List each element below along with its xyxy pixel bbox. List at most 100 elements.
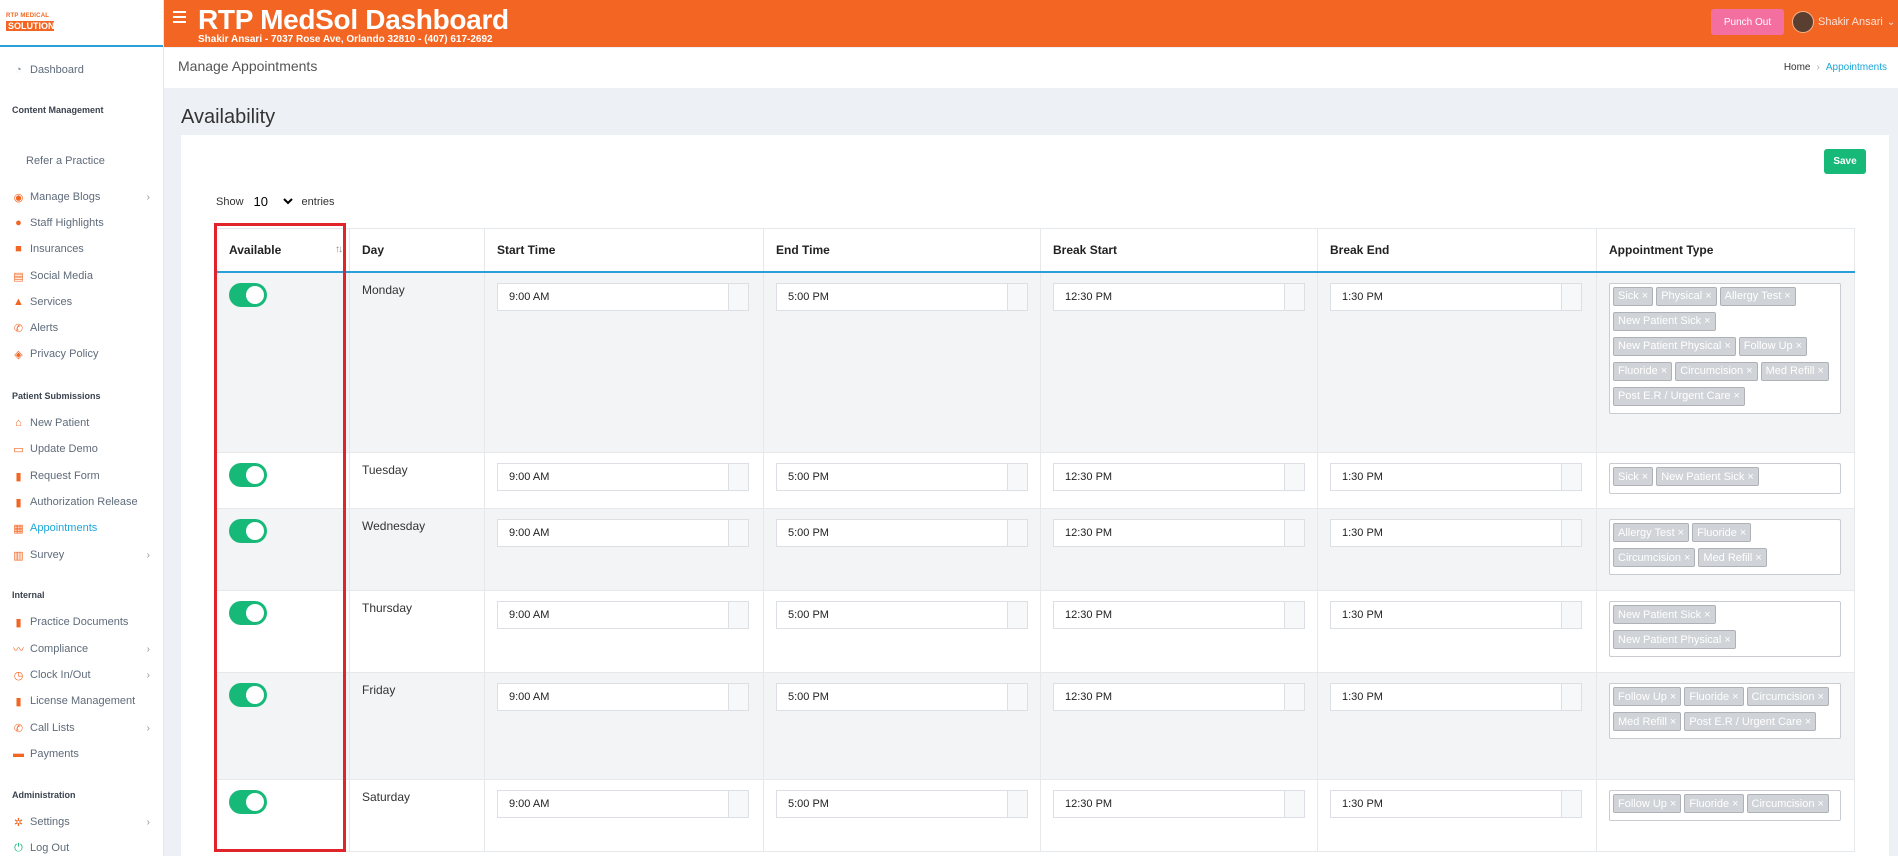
remove-tag-icon[interactable]: × bbox=[1670, 716, 1676, 728]
remove-tag-icon[interactable]: × bbox=[1740, 527, 1746, 539]
column-header-appointment-type[interactable]: Appointment Type bbox=[1596, 228, 1855, 273]
remove-tag-icon[interactable]: × bbox=[1704, 609, 1710, 621]
start-time-input[interactable] bbox=[498, 791, 728, 817]
remove-tag-icon[interactable]: × bbox=[1818, 798, 1824, 810]
end-time-input[interactable] bbox=[777, 684, 1007, 710]
sidebar-item-new-patient[interactable]: ⌂ New Patient bbox=[0, 413, 164, 433]
sidebar-item-dashboard[interactable]: ◔ Dashboard bbox=[0, 60, 164, 80]
sidebar-item-privacy-policy[interactable]: ◈ Privacy Policy bbox=[0, 344, 164, 364]
break-start-input[interactable] bbox=[1054, 602, 1284, 628]
column-header-break-end[interactable]: Break End bbox=[1317, 228, 1597, 273]
break-start-input[interactable] bbox=[1054, 791, 1284, 817]
time-picker-addon[interactable] bbox=[1284, 684, 1304, 710]
sidebar-item-staff-highlights[interactable]: ● Staff Highlights bbox=[0, 213, 164, 233]
break-end-input[interactable] bbox=[1331, 464, 1561, 490]
end-time-input[interactable] bbox=[777, 520, 1007, 546]
time-picker-addon[interactable] bbox=[1284, 520, 1304, 546]
time-picker-addon[interactable] bbox=[728, 602, 748, 628]
break-end-input[interactable] bbox=[1331, 602, 1561, 628]
remove-tag-icon[interactable]: × bbox=[1784, 290, 1790, 302]
column-header-available[interactable]: Available ↑↓ bbox=[216, 228, 350, 273]
end-time-input[interactable] bbox=[777, 602, 1007, 628]
column-header-day[interactable]: Day bbox=[349, 228, 485, 273]
remove-tag-icon[interactable]: × bbox=[1818, 691, 1824, 703]
sidebar-item-survey[interactable]: ▥ Survey › bbox=[0, 545, 164, 565]
sidebar-item-call-lists[interactable]: ✆ Call Lists › bbox=[0, 718, 164, 738]
time-picker-addon[interactable] bbox=[728, 520, 748, 546]
appointment-type-select[interactable]: Allergy Test × Fluoride × Circumcision × Me… bbox=[1609, 519, 1841, 575]
time-picker-addon[interactable] bbox=[1561, 602, 1581, 628]
remove-tag-icon[interactable]: × bbox=[1678, 527, 1684, 539]
sidebar-item-refer[interactable]: Refer a Practice bbox=[0, 151, 164, 171]
logo[interactable]: RTP MEDICAL SOLUTION bbox=[6, 13, 56, 33]
remove-tag-icon[interactable]: × bbox=[1670, 691, 1676, 703]
time-picker-addon[interactable] bbox=[1561, 684, 1581, 710]
time-picker-addon[interactable] bbox=[728, 464, 748, 490]
available-toggle[interactable] bbox=[229, 683, 267, 707]
start-time-input[interactable] bbox=[498, 464, 728, 490]
remove-tag-icon[interactable]: × bbox=[1818, 365, 1824, 377]
sidebar-item-alerts[interactable]: ✆ Alerts bbox=[0, 318, 164, 338]
time-picker-addon[interactable] bbox=[1284, 791, 1304, 817]
time-picker-addon[interactable] bbox=[1007, 464, 1027, 490]
time-picker-addon[interactable] bbox=[1561, 464, 1581, 490]
hamburger-menu-icon[interactable] bbox=[173, 11, 186, 26]
time-picker-addon[interactable] bbox=[1284, 602, 1304, 628]
column-header-break-start[interactable]: Break Start bbox=[1040, 228, 1318, 273]
remove-tag-icon[interactable]: × bbox=[1670, 798, 1676, 810]
time-picker-addon[interactable] bbox=[1007, 684, 1027, 710]
remove-tag-icon[interactable]: × bbox=[1755, 552, 1761, 564]
column-header-start-time[interactable]: Start Time bbox=[484, 228, 764, 273]
time-picker-addon[interactable] bbox=[728, 283, 748, 310]
remove-tag-icon[interactable]: × bbox=[1705, 290, 1711, 302]
remove-tag-icon[interactable]: × bbox=[1746, 365, 1752, 377]
appointment-type-select[interactable]: Follow Up × Fluoride × Circumcision × bbox=[1609, 790, 1841, 821]
available-toggle[interactable] bbox=[229, 790, 267, 814]
remove-tag-icon[interactable]: × bbox=[1642, 290, 1648, 302]
breadcrumb-home[interactable]: Home bbox=[1784, 62, 1811, 73]
start-time-input[interactable] bbox=[498, 602, 728, 628]
remove-tag-icon[interactable]: × bbox=[1796, 340, 1802, 352]
available-toggle[interactable] bbox=[229, 601, 267, 625]
start-time-input[interactable] bbox=[498, 283, 728, 310]
time-picker-addon[interactable] bbox=[1007, 283, 1027, 310]
break-end-input[interactable] bbox=[1331, 791, 1561, 817]
start-time-input[interactable] bbox=[498, 684, 728, 710]
time-picker-addon[interactable] bbox=[1007, 791, 1027, 817]
sidebar-item-update-demo[interactable]: ▭ Update Demo bbox=[0, 439, 164, 459]
appointment-type-select[interactable]: Sick × Physical × Allergy Test × New Patien… bbox=[1609, 282, 1841, 414]
remove-tag-icon[interactable]: × bbox=[1747, 471, 1753, 483]
remove-tag-icon[interactable]: × bbox=[1732, 691, 1738, 703]
sidebar-item-request-form[interactable]: ▮ Request Form bbox=[0, 466, 164, 486]
sidebar-item-appointments[interactable]: ▦ Appointments bbox=[0, 518, 164, 538]
sidebar-item-services[interactable]: ▲ Services bbox=[0, 292, 164, 312]
break-start-input[interactable] bbox=[1054, 464, 1284, 490]
available-toggle[interactable] bbox=[229, 519, 267, 543]
remove-tag-icon[interactable]: × bbox=[1704, 315, 1710, 327]
end-time-input[interactable] bbox=[777, 464, 1007, 490]
time-picker-addon[interactable] bbox=[1561, 520, 1581, 546]
break-end-input[interactable] bbox=[1331, 283, 1561, 310]
sidebar-item-practice-documents[interactable]: ▮ Practice Documents bbox=[0, 612, 164, 632]
time-picker-addon[interactable] bbox=[728, 791, 748, 817]
remove-tag-icon[interactable]: × bbox=[1734, 390, 1740, 402]
break-start-input[interactable] bbox=[1054, 520, 1284, 546]
time-picker-addon[interactable] bbox=[1007, 602, 1027, 628]
available-toggle[interactable] bbox=[229, 463, 267, 487]
sidebar-item-manage-blogs[interactable]: ◉ Manage Blogs › bbox=[0, 187, 164, 207]
sidebar-item-authorization-release[interactable]: ▮ Authorization Release bbox=[0, 492, 164, 512]
save-button[interactable]: Save bbox=[1824, 149, 1866, 174]
break-end-input[interactable] bbox=[1331, 520, 1561, 546]
remove-tag-icon[interactable]: × bbox=[1724, 340, 1730, 352]
sidebar-item-settings[interactable]: ✲ Settings › bbox=[0, 812, 164, 832]
appointment-type-select[interactable]: Sick × New Patient Sick × bbox=[1609, 463, 1841, 494]
remove-tag-icon[interactable]: × bbox=[1732, 798, 1738, 810]
break-end-input[interactable] bbox=[1331, 684, 1561, 710]
end-time-input[interactable] bbox=[777, 283, 1007, 310]
time-picker-addon[interactable] bbox=[1007, 520, 1027, 546]
remove-tag-icon[interactable]: × bbox=[1642, 471, 1648, 483]
appointment-type-select[interactable]: Follow Up × Fluoride × Circumcision × Med R… bbox=[1609, 683, 1841, 739]
sidebar-item-social-media[interactable]: ▤ Social Media bbox=[0, 266, 164, 286]
sidebar-item-license[interactable]: ▮ License Management bbox=[0, 691, 164, 711]
end-time-input[interactable] bbox=[777, 791, 1007, 817]
